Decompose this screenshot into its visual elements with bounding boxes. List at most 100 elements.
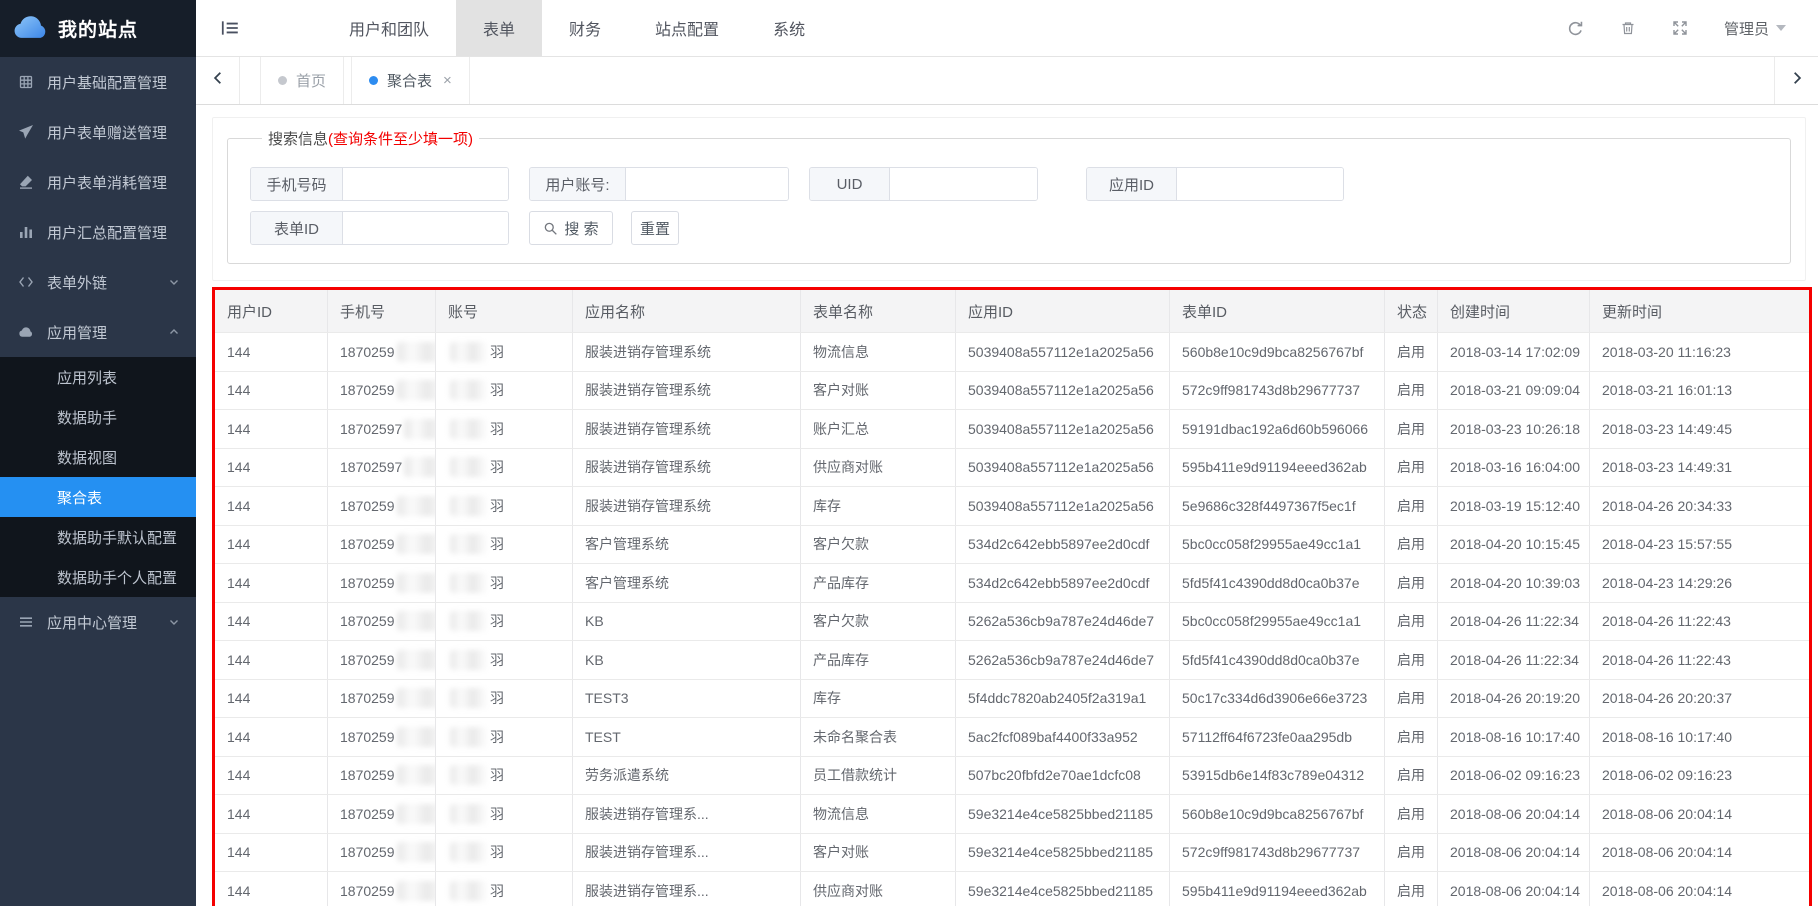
cell-form-id: 5e9686c328f4497367f5ec1f <box>1170 487 1385 525</box>
cell-status: 启用 <box>1385 872 1438 906</box>
submenu-item-4[interactable]: 数据助手默认配置 <box>0 517 196 557</box>
cell-form-id: 50c17c334d6d3906e66e3723 <box>1170 680 1385 718</box>
sidebar-menu: 用户基础配置管理用户表单赠送管理用户表单消耗管理用户汇总配置管理表单外链应用管理… <box>0 57 196 647</box>
page-tab-0[interactable]: 首页 <box>260 57 344 104</box>
cell-account: 羽 <box>436 834 573 872</box>
cell-account: 羽 <box>436 603 573 641</box>
search-field-label: 手机号码 <box>251 168 343 200</box>
tabs-scroll-left-button[interactable] <box>196 57 240 104</box>
cell-form-name: 客户对账 <box>801 834 956 872</box>
cell-app-id: 507bc20fbfd2e70ae1dcfc08 <box>956 757 1170 795</box>
cell-app-id: 59e3214e4ce5825bbed21185 <box>956 834 1170 872</box>
close-icon[interactable]: × <box>443 72 452 89</box>
table-header-row: 用户ID手机号账号应用名称表单名称应用ID表单ID状态创建时间更新时间 <box>215 290 1809 332</box>
nav-tab-4[interactable]: 系统 <box>746 0 832 56</box>
table-row: 1441870259羽服装进销存管理系...物流信息59e3214e4ce582… <box>215 794 1809 833</box>
submenu-item-3[interactable]: 聚合表 <box>0 477 196 517</box>
submenu-item-2[interactable]: 数据视图 <box>0 437 196 477</box>
cell-updated-time: 2018-04-26 11:22:43 <box>1590 641 1809 679</box>
cell-form-name: 客户欠款 <box>801 526 956 564</box>
nav-tab-2[interactable]: 财务 <box>542 0 628 56</box>
cell-form-id: 572c9ff981743d8b29677737 <box>1170 372 1385 410</box>
cell-updated-time: 2018-08-06 20:04:14 <box>1590 872 1809 906</box>
table-row: 1441870259羽客户管理系统产品库存534d2c642ebb5897ee2… <box>215 563 1809 602</box>
table-row: 1441870259羽服装进销存管理系统物流信息5039408a557112e1… <box>215 332 1809 371</box>
nav-tab-3[interactable]: 站点配置 <box>628 0 746 56</box>
sidebar-item-5[interactable]: 应用管理 <box>0 307 196 357</box>
search-field-label: UID <box>810 168 890 200</box>
table-row: 1441870259羽TEST3库存5f4ddc7820ab2405f2a319… <box>215 679 1809 718</box>
search-button[interactable]: 搜 索 <box>529 211 613 245</box>
search-field-input-2[interactable] <box>890 168 1037 200</box>
search-field-input-1[interactable] <box>626 168 788 200</box>
cell-account: 羽 <box>436 718 573 756</box>
redacted-blur <box>397 842 436 862</box>
column-header-8: 创建时间 <box>1438 290 1590 332</box>
sidebar-item-bottom[interactable]: 应用中心管理 <box>0 597 196 647</box>
nav-tab-1[interactable]: 表单 <box>456 0 542 56</box>
fullscreen-icon[interactable] <box>1672 20 1688 36</box>
cell-phone: 1870259 <box>328 795 436 833</box>
search-field-label: 用户账号: <box>530 168 626 200</box>
cell-created-time: 2018-04-26 20:19:20 <box>1438 680 1590 718</box>
redacted-blur <box>397 573 436 593</box>
redacted-blur <box>450 765 488 785</box>
table-row: 1441870259羽KB客户欠款5262a536cb9a787e24d46de… <box>215 602 1809 641</box>
cell-app-id: 59e3214e4ce5825bbed21185 <box>956 872 1170 906</box>
site-logo[interactable]: 我的站点 <box>0 0 196 57</box>
menu-icon <box>18 614 34 630</box>
cell-phone: 1870259 <box>328 487 436 525</box>
cell-phone: 1870259 <box>328 872 436 906</box>
collapse-sidebar-icon[interactable] <box>220 0 240 56</box>
submenu-item-0[interactable]: 应用列表 <box>0 357 196 397</box>
cell-phone: 1870259 <box>328 333 436 371</box>
cell-account: 羽 <box>436 372 573 410</box>
tabs-scroll-right-button[interactable] <box>1774 57 1818 104</box>
cell-app-name: 服装进销存管理系统 <box>573 449 801 487</box>
column-header-3: 应用名称 <box>573 290 801 332</box>
cell-form-id: 560b8e10c9d9bca8256767bf <box>1170 333 1385 371</box>
user-menu[interactable]: 管理员 <box>1724 18 1786 39</box>
cell-updated-time: 2018-08-06 20:04:14 <box>1590 834 1809 872</box>
trash-icon[interactable] <box>1620 20 1636 36</box>
column-header-6: 表单ID <box>1170 290 1385 332</box>
cell-form-id: 53915db6e14f83c789e04312 <box>1170 757 1385 795</box>
redacted-blur <box>450 804 488 824</box>
cell-created-time: 2018-04-20 10:39:03 <box>1438 564 1590 602</box>
search-field-input-4[interactable] <box>343 212 508 244</box>
cell-user-id: 144 <box>215 834 328 872</box>
table-row: 1441870259羽TEST未命名聚合表5ac2fcf089baf4400f3… <box>215 717 1809 756</box>
cell-app-name: 服装进销存管理系统 <box>573 333 801 371</box>
redacted-blur <box>450 380 488 400</box>
refresh-icon[interactable] <box>1567 20 1584 37</box>
nav-tab-0[interactable]: 用户和团队 <box>322 0 456 56</box>
cell-phone: 1870259 <box>328 526 436 564</box>
cell-form-name: 库存 <box>801 487 956 525</box>
cell-status: 启用 <box>1385 718 1438 756</box>
sidebar-item-0[interactable]: 用户基础配置管理 <box>0 57 196 107</box>
cell-user-id: 144 <box>215 757 328 795</box>
cell-app-name: TEST <box>573 718 801 756</box>
submenu-item-1[interactable]: 数据助手 <box>0 397 196 437</box>
column-header-4: 表单名称 <box>801 290 956 332</box>
cell-app-id: 59e3214e4ce5825bbed21185 <box>956 795 1170 833</box>
submenu-item-5[interactable]: 数据助手个人配置 <box>0 557 196 597</box>
page-tab-label: 聚合表 <box>387 70 432 91</box>
submenu-item-label: 应用列表 <box>57 367 117 388</box>
sidebar-item-label: 用户基础配置管理 <box>47 72 167 93</box>
link-icon <box>18 274 34 290</box>
page-tab-1[interactable]: 聚合表 × <box>351 57 470 104</box>
cell-phone: 1870259 <box>328 564 436 602</box>
search-field-input-0[interactable] <box>343 168 508 200</box>
cell-account: 羽 <box>436 487 573 525</box>
search-field-input-3[interactable] <box>1177 168 1343 200</box>
cell-updated-time: 2018-03-21 16:01:13 <box>1590 372 1809 410</box>
cell-user-id: 144 <box>215 487 328 525</box>
sidebar-item-2[interactable]: 用户表单消耗管理 <box>0 157 196 207</box>
reset-button[interactable]: 重置 <box>631 211 679 245</box>
sidebar-item-3[interactable]: 用户汇总配置管理 <box>0 207 196 257</box>
sidebar-item-1[interactable]: 用户表单赠送管理 <box>0 107 196 157</box>
cell-form-name: 未命名聚合表 <box>801 718 956 756</box>
cell-app-name: 客户管理系统 <box>573 564 801 602</box>
sidebar-item-4[interactable]: 表单外链 <box>0 257 196 307</box>
